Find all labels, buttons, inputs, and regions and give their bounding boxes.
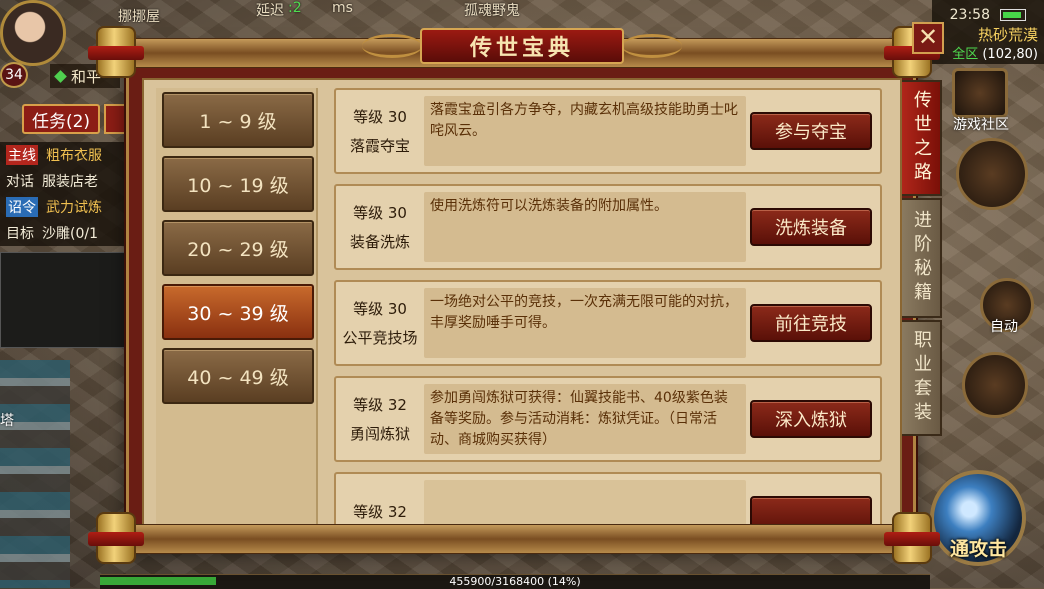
activity-label: 等级 32 勇闯炼狱 <box>340 378 420 460</box>
activity-description: 一场绝对公平的竞技，一次充满无限可能的对抗，丰厚奖励唾手可得。 <box>424 288 746 358</box>
pagoda-scenery <box>0 360 70 588</box>
activity-description <box>424 480 746 528</box>
quest-text: 武力试炼 <box>46 200 102 216</box>
quest-tag: 诏令 <box>6 197 38 217</box>
activity-name: 装备洗炼 <box>349 233 410 251</box>
quest-tag: 主线 <box>6 145 38 165</box>
level-range-button[interactable]: 10 ~ 19 级 <box>162 156 314 212</box>
activity-row: 等级 30 落霞夺宝 落霞宝盒引各方争夺，内藏玄机高级技能助勇士叱咤风云。 参与… <box>334 88 882 174</box>
quest-text: 粗布衣服 <box>46 148 102 164</box>
latency-value: :2 <box>288 0 302 16</box>
activity-row: 等级 30 装备洗炼 使用洗炼符可以洗炼装备的附加属性。 洗炼装备 <box>334 184 882 270</box>
activity-name: 落霞夺宝 <box>349 137 410 155</box>
skill-slot-icon[interactable] <box>962 352 1028 418</box>
battery-icon <box>1000 9 1026 21</box>
refine-equipment-button[interactable]: 洗炼装备 <box>750 208 872 246</box>
activity-label: 等级 30 装备洗炼 <box>340 186 420 268</box>
activity-level: 等级 32 <box>353 502 407 521</box>
scroll-end-right-bottom <box>884 512 940 564</box>
scroll-end-left-top <box>88 26 144 78</box>
community-icon[interactable] <box>952 68 1008 118</box>
zone-coordinates: 全区 (102,80) <box>952 43 1038 62</box>
activity-name: 勇闯炼狱 <box>349 425 410 443</box>
activity-label: 等级 30 公平竞技场 <box>340 282 420 364</box>
guild-emblem-icon[interactable] <box>956 138 1028 210</box>
quest-text: 服装店老 <box>42 174 98 190</box>
title-ornament-left <box>362 34 422 58</box>
tab-label: 职业套装 <box>911 330 932 426</box>
zone-name: 热砂荒漠 <box>977 26 1038 44</box>
level-range-list: 1 ~ 9 级 10 ~ 19 级 20 ~ 29 级 30 ~ 39 级 40… <box>156 88 318 528</box>
tab-advanced-guide[interactable]: 进阶秘籍 <box>902 198 942 318</box>
community-label: 游戏社区 <box>953 117 1009 133</box>
activity-level: 等级 32 <box>353 396 407 414</box>
clock: 23:58 <box>949 7 990 23</box>
pk-mode-icon <box>54 69 67 83</box>
tab-legend-road[interactable]: 传世之路 <box>902 80 942 196</box>
target-name: 孤魂野鬼 <box>464 3 520 19</box>
activity-row: 等级 32 勇闯炼狱 参加勇闯炼狱可获得：仙翼技能书、40级紫色装备等奖励。参与… <box>334 376 882 462</box>
tab-class-sets[interactable]: 职业套装 <box>902 320 942 436</box>
attack-skill-label: 通攻击 <box>950 538 1008 560</box>
tab-label: 进阶秘籍 <box>911 210 932 306</box>
experience-bar: 455900/3168400 (14%) <box>100 574 930 589</box>
experience-text: 455900/3168400 (14%) <box>449 575 581 588</box>
level-range-button-active[interactable]: 30 ~ 39 级 <box>162 284 314 340</box>
zone-coord-value: (102,80) <box>982 47 1038 62</box>
activity-description: 参加勇闯炼狱可获得：仙翼技能书、40级紫色装备等奖励。参与活动消耗：炼狱凭证。（… <box>424 384 746 454</box>
latency-unit: ms <box>332 0 353 16</box>
close-button[interactable]: ✕ <box>912 22 944 54</box>
activity-label: 等级 32 <box>340 474 420 528</box>
activity-list[interactable]: 等级 30 落霞夺宝 落霞宝盒引各方争夺，内藏玄机高级技能助勇士叱咤风云。 参与… <box>334 88 886 528</box>
activity-row: 等级 32 <box>334 472 882 528</box>
level-range-button[interactable]: 1 ~ 9 级 <box>162 92 314 148</box>
level-range-button[interactable]: 40 ~ 49 级 <box>162 348 314 404</box>
player-level-badge: 34 <box>0 62 28 88</box>
scroll-end-left-bottom <box>88 512 144 564</box>
quest-tag: 目标 <box>6 226 34 242</box>
quest-text: 沙雕(0/1 <box>42 226 98 242</box>
tab-label: 传世之路 <box>911 90 932 186</box>
activity-description: 使用洗炼符可以洗炼装备的附加属性。 <box>424 192 746 262</box>
dialog-content: 1 ~ 9 级 10 ~ 19 级 20 ~ 29 级 30 ~ 39 级 40… <box>142 78 902 534</box>
pagoda-label: 塔 <box>0 413 14 429</box>
activity-level: 等级 30 <box>353 204 407 222</box>
go-arena-button[interactable]: 前往竞技 <box>750 304 872 342</box>
zone-scope: 全区 <box>952 47 979 62</box>
title-ornament-right <box>622 34 682 58</box>
treasure-book-dialog: 1 ~ 9 级 10 ~ 19 级 20 ~ 29 级 30 ~ 39 级 40… <box>88 24 948 564</box>
activity-name: 公平竞技场 <box>342 329 418 347</box>
quest-tab[interactable]: 任务(2) <box>22 104 100 134</box>
enter-purgatory-button[interactable]: 深入炼狱 <box>750 400 872 438</box>
dialog-title: 传世宝典 <box>469 35 574 61</box>
level-range-button[interactable]: 20 ~ 29 级 <box>162 220 314 276</box>
dialog-title-plate: 传世宝典 <box>420 28 624 64</box>
activity-level: 等级 30 <box>353 300 407 318</box>
player-avatar[interactable] <box>0 0 66 66</box>
join-treasure-button[interactable]: 参与夺宝 <box>750 112 872 150</box>
auto-battle-label: 自动 <box>990 319 1018 335</box>
status-panel: 23:58 热砂荒漠 全区 (102,80) <box>932 0 1044 64</box>
activity-level: 等级 30 <box>353 108 407 126</box>
quest-tag: 对话 <box>6 174 34 190</box>
activity-description: 落霞宝盒引各方争夺，内藏玄机高级技能助勇士叱咤风云。 <box>424 96 746 166</box>
player-title: 挪挪屋 <box>118 9 160 25</box>
activity-label: 等级 30 落霞夺宝 <box>340 90 420 172</box>
activity-row: 等级 30 公平竞技场 一场绝对公平的竞技，一次充满无限可能的对抗，丰厚奖励唾手… <box>334 280 882 366</box>
latency-label: 延迟 <box>256 3 284 19</box>
bottom-scroll-rod <box>124 524 920 554</box>
